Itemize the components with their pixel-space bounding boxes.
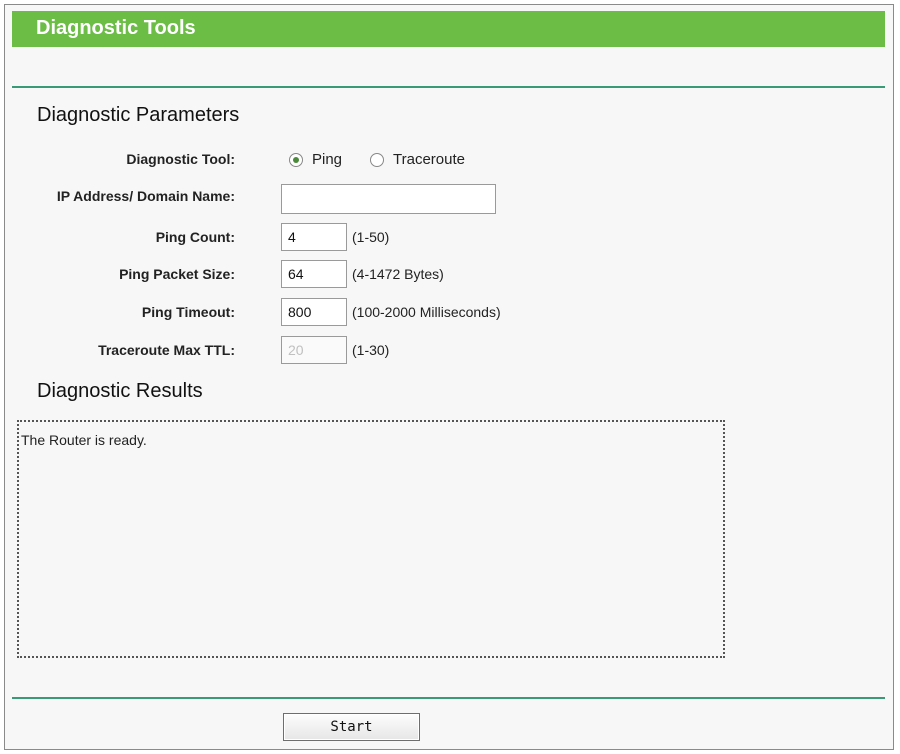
ping-radio[interactable] (289, 153, 303, 167)
ping-timeout-hint: (100-2000 Milliseconds) (352, 304, 501, 320)
diagnostic-tool-label: Diagnostic Tool: (126, 151, 235, 167)
parameters-heading: Diagnostic Parameters (37, 104, 240, 126)
traceroute-max-ttl-input[interactable]: 20 (281, 336, 347, 364)
ping-count-label: Ping Count: (155, 229, 235, 245)
ping-option-label[interactable]: Ping (312, 151, 342, 168)
ping-packet-size-hint: (4-1472 Bytes) (352, 266, 444, 282)
ip-address-input[interactable] (281, 184, 496, 214)
results-heading: Diagnostic Results (37, 380, 203, 402)
ip-address-label: IP Address/ Domain Name: (56, 188, 235, 204)
ping-count-input[interactable]: 4 (281, 223, 347, 251)
results-text: The Router is ready. (21, 432, 147, 448)
bottom-divider (12, 697, 885, 699)
ping-packet-size-input[interactable]: 64 (281, 260, 347, 288)
results-box: The Router is ready. (17, 420, 725, 658)
traceroute-option-label[interactable]: Traceroute (393, 151, 465, 168)
ping-timeout-label: Ping Timeout: (141, 304, 235, 320)
start-button[interactable]: Start (283, 713, 420, 741)
traceroute-max-ttl-hint: (1-30) (352, 342, 390, 358)
traceroute-radio[interactable] (370, 153, 384, 167)
top-divider (12, 86, 885, 88)
title-bar: Diagnostic Tools (12, 11, 885, 47)
ping-count-hint: (1-50) (352, 229, 390, 245)
traceroute-max-ttl-label: Traceroute Max TTL: (98, 342, 235, 358)
ping-timeout-input[interactable]: 800 (281, 298, 347, 326)
page-title: Diagnostic Tools (36, 17, 196, 39)
ping-packet-size-label: Ping Packet Size: (119, 266, 235, 282)
radio-selected-dot (293, 157, 299, 163)
